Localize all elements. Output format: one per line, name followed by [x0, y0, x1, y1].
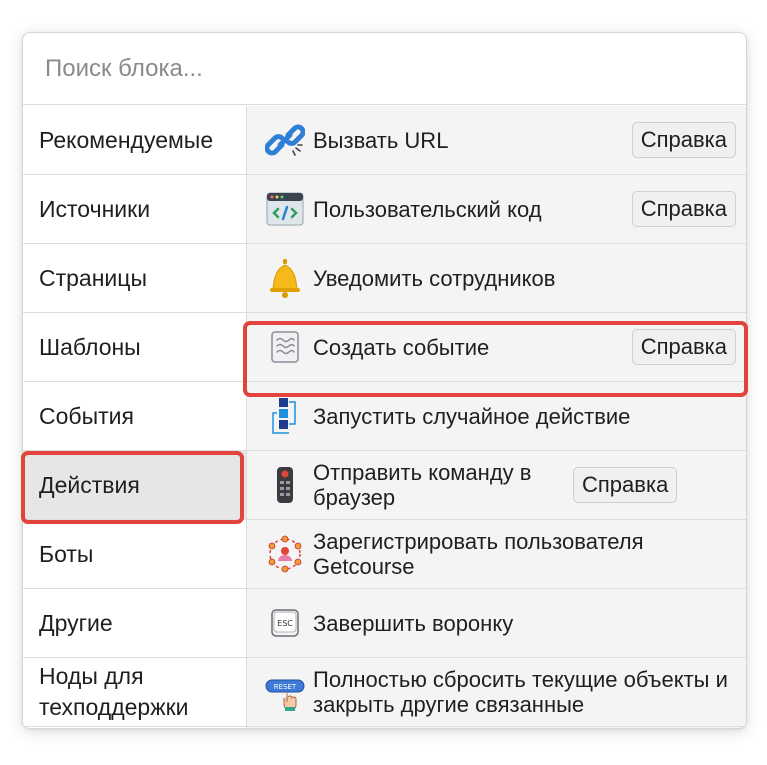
- help-button[interactable]: Справка: [631, 329, 736, 365]
- search-bar: [23, 33, 746, 105]
- sidebar-item-label: События: [39, 402, 134, 429]
- sidebar-item-label: Источники: [39, 195, 151, 222]
- picker-body: Рекомендуемые Источники Страницы Шаблоны…: [23, 106, 746, 728]
- help-button[interactable]: Справка: [631, 122, 736, 158]
- action-label: Запустить случайное действие: [313, 403, 631, 429]
- action-label: Создать событие: [313, 334, 490, 360]
- action-label: Зарегистрировать пользователя Getcourse: [313, 529, 644, 579]
- bell-icon: [265, 258, 305, 298]
- action-item-notify-staff[interactable]: Уведомить сотрудников: [247, 244, 746, 313]
- action-item-reset-objects[interactable]: RESET Полностью сбросить текущие объекты…: [247, 658, 746, 727]
- sidebar-item-label: Другие: [39, 609, 113, 636]
- action-label: Отправить команду в браузер: [313, 460, 532, 510]
- remote-control-icon: [265, 465, 305, 505]
- random-blocks-icon: [265, 396, 305, 436]
- search-input[interactable]: [43, 53, 726, 84]
- svg-text:ESC: ESC: [277, 619, 293, 628]
- sidebar-item-bots[interactable]: Боты: [23, 520, 246, 589]
- action-label: Вызвать URL: [313, 127, 449, 153]
- action-item-browser-command[interactable]: Отправить команду в браузер Справка: [247, 451, 746, 520]
- block-picker-panel: Рекомендуемые Источники Страницы Шаблоны…: [22, 32, 747, 729]
- sidebar-item-pages[interactable]: Страницы: [23, 244, 246, 313]
- sidebar-item-actions[interactable]: Действия: [23, 451, 246, 520]
- sidebar-item-label: Страницы: [39, 264, 147, 291]
- sidebar-item-other[interactable]: Другие: [23, 589, 246, 658]
- link-icon: [265, 120, 305, 160]
- sidebar-item-label: Рекомендуемые: [39, 126, 214, 153]
- action-item-custom-code[interactable]: Пользовательский код Справка: [247, 175, 746, 244]
- action-item-create-event[interactable]: Создать событие Справка: [247, 313, 746, 382]
- action-label: Завершить воронку: [313, 610, 514, 636]
- esc-key-icon: ESC: [265, 603, 305, 643]
- help-button[interactable]: Справка: [573, 467, 678, 503]
- sidebar-item-templates[interactable]: Шаблоны: [23, 313, 246, 382]
- sidebar-item-sources[interactable]: Источники: [23, 175, 246, 244]
- sidebar-item-label: Боты: [39, 540, 94, 567]
- reset-button-icon: RESET: [265, 672, 305, 712]
- action-item-random-action[interactable]: Запустить случайное действие: [247, 382, 746, 451]
- event-waves-icon: [265, 327, 305, 367]
- action-item-register-getcourse[interactable]: Зарегистрировать пользователя Getcourse: [247, 520, 746, 589]
- action-list: Вызвать URL Справка Пользовательский код: [247, 106, 746, 728]
- code-window-icon: [265, 189, 305, 229]
- action-label: Уведомить сотрудников: [313, 265, 556, 291]
- svg-text:RESET: RESET: [274, 683, 297, 691]
- action-label: Полностью сбросить текущие объекты и зак…: [313, 667, 728, 717]
- sidebar-item-label: Шаблоны: [39, 333, 141, 360]
- user-network-icon: [265, 534, 305, 574]
- sidebar-item-support-nodes[interactable]: Ноды для техподдержки: [23, 658, 246, 727]
- sidebar-item-label: Действия: [39, 471, 140, 498]
- sidebar-item-recommended[interactable]: Рекомендуемые: [23, 106, 246, 175]
- action-label: Пользовательский код: [313, 196, 542, 222]
- action-item-finish-funnel[interactable]: ESC Завершить воронку: [247, 589, 746, 658]
- category-sidebar: Рекомендуемые Источники Страницы Шаблоны…: [23, 106, 247, 728]
- sidebar-item-events[interactable]: События: [23, 382, 246, 451]
- action-item-call-url[interactable]: Вызвать URL Справка: [247, 106, 746, 175]
- sidebar-item-label: Ноды для техподдержки: [39, 663, 189, 720]
- help-button[interactable]: Справка: [631, 191, 736, 227]
